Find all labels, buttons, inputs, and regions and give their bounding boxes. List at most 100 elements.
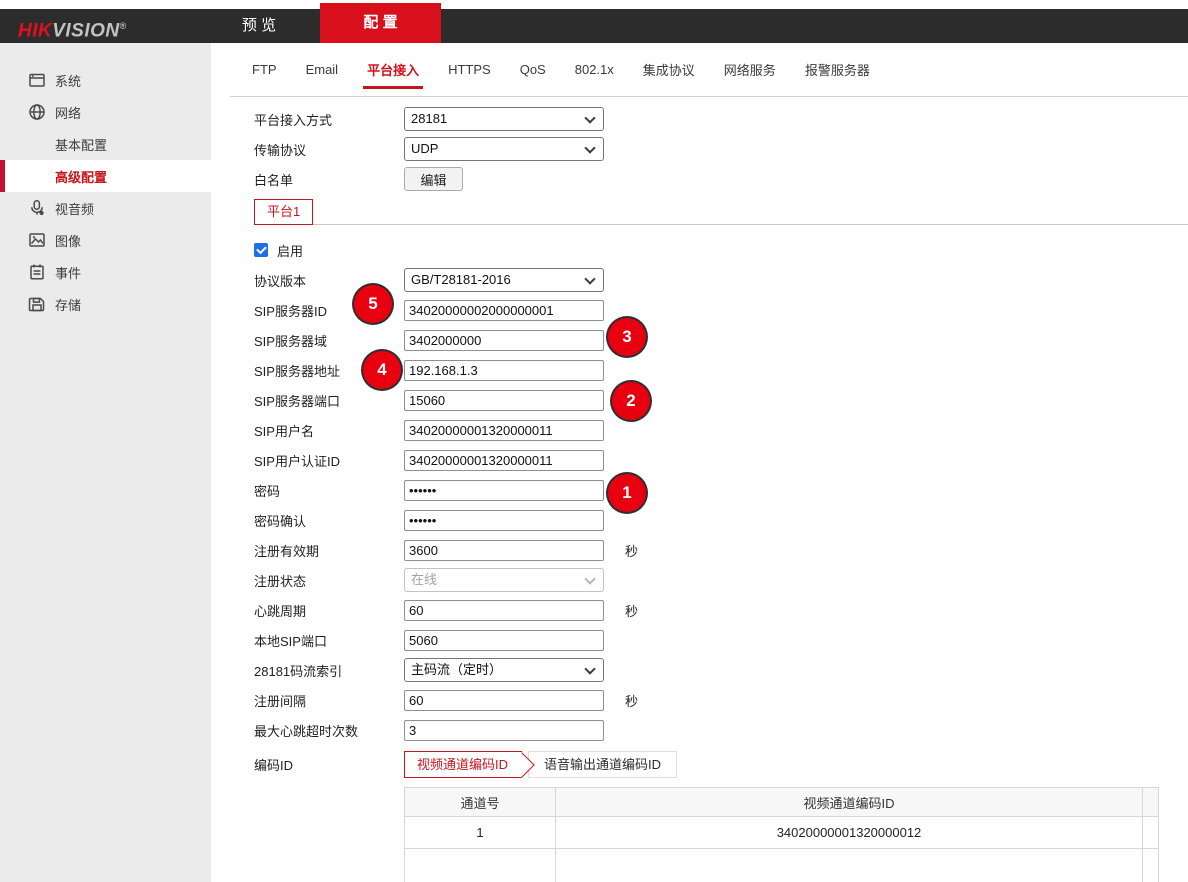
selected-value: UDP: [411, 141, 438, 156]
sip-username-input[interactable]: [404, 420, 604, 441]
nav-tab-preview[interactable]: 预 览: [200, 9, 318, 43]
sidebar-item-label: 系统: [55, 71, 81, 90]
selected-value: 主码流（定时）: [411, 662, 502, 677]
transport-protocol-select[interactable]: UDP: [404, 137, 604, 161]
heartbeat-period-input[interactable]: [404, 600, 604, 621]
network-globe-icon: [28, 103, 46, 121]
registration-validity-input[interactable]: [404, 540, 604, 561]
local-sip-port-input[interactable]: [404, 630, 604, 651]
form-row-reg-status: 注册状态 在线: [254, 565, 1188, 595]
sidebar-item-label: 高级配置: [55, 167, 107, 186]
main-content: FTP Email 平台接入 HTTPS QoS 802.1x 集成协议 网络服…: [211, 43, 1188, 882]
sip-server-id-input[interactable]: [404, 300, 604, 321]
form-row-access-mode: 平台接入方式 28181: [254, 104, 1188, 134]
sidebar-item-label: 网络: [55, 103, 81, 122]
form-row-password-confirm: 密码确认: [254, 505, 1188, 535]
tab-label: 视频通道编码ID: [417, 757, 508, 772]
registration-interval-input[interactable]: [404, 690, 604, 711]
system-window-icon: [28, 71, 46, 89]
sidebar-item-network[interactable]: 网络: [0, 96, 211, 128]
field-label: 28181码流索引: [254, 661, 404, 680]
sidebar-item-storage[interactable]: 存储: [0, 288, 211, 320]
field-label: SIP用户认证ID: [254, 451, 404, 470]
sidebar-item-label: 图像: [55, 231, 81, 250]
sidebar-item-basic-config[interactable]: 基本配置: [0, 128, 211, 160]
chevron-down-icon: [584, 273, 595, 284]
field-label: SIP服务器端口: [254, 391, 404, 410]
tab-email[interactable]: Email: [306, 62, 339, 77]
sidebar-item-advanced-config[interactable]: 高级配置: [0, 160, 211, 192]
whitelist-edit-button[interactable]: 编辑: [404, 167, 463, 191]
encode-id-tab-bar: 视频通道编码ID 语音输出通道编码ID: [404, 751, 677, 778]
field-label: 注册间隔: [254, 691, 404, 710]
tab-qos[interactable]: QoS: [520, 62, 546, 77]
field-label: 编码ID: [254, 755, 404, 774]
platform1-tab[interactable]: 平台1: [254, 199, 313, 225]
settings-tab-bar: FTP Email 平台接入 HTTPS QoS 802.1x 集成协议 网络服…: [230, 43, 1188, 97]
table-scroll-column: [1143, 849, 1159, 882]
unit-seconds: 秒: [625, 541, 638, 560]
sidebar-item-label: 基本配置: [55, 135, 107, 154]
form-row-stream-index: 28181码流索引 主码流（定时）: [254, 655, 1188, 685]
max-heartbeat-timeout-input[interactable]: [404, 720, 604, 741]
form-row-sip-port: SIP服务器端口: [254, 385, 1188, 415]
field-label: 心跳周期: [254, 601, 404, 620]
form-row-reg-interval: 注册间隔 秒: [254, 685, 1188, 715]
field-label: 传输协议: [254, 140, 404, 159]
field-label: 密码确认: [254, 511, 404, 530]
enable-checkbox[interactable]: [254, 243, 268, 257]
annotation-badge-5: 5: [354, 285, 392, 323]
form-row-heartbeat: 心跳周期 秒: [254, 595, 1188, 625]
cell-channel: [405, 849, 556, 882]
sip-server-address-input[interactable]: [404, 360, 604, 381]
sidebar-item-system[interactable]: 系统: [0, 64, 211, 96]
stream-index-select[interactable]: 主码流（定时）: [404, 658, 604, 682]
sidebar: 系统 网络 基本配置 高级配置 视音频 图像 事件 存储: [0, 43, 211, 882]
tab-802-1x[interactable]: 802.1x: [575, 62, 614, 77]
password-input[interactable]: [404, 480, 604, 501]
tab-ftp[interactable]: FTP: [252, 62, 277, 77]
logo-vision: VISION: [52, 20, 119, 41]
registration-status-select: 在线: [404, 568, 604, 592]
microphone-icon: [28, 199, 46, 217]
tab-audio-output-channel-encode-id[interactable]: 语音输出通道编码ID: [528, 751, 677, 778]
tab-video-channel-encode-id[interactable]: 视频通道编码ID: [404, 751, 522, 778]
table-row[interactable]: 1 34020000001320000012: [405, 817, 1159, 849]
logo-hik: HIK: [18, 20, 52, 41]
cell-video-encode-id: 34020000001320000012: [556, 817, 1143, 849]
field-label: 注册状态: [254, 571, 404, 590]
field-label: 白名单: [254, 170, 404, 189]
sidebar-item-label: 事件: [55, 263, 81, 282]
sip-server-domain-input[interactable]: [404, 330, 604, 351]
protocol-version-select[interactable]: GB/T28181-2016: [404, 268, 604, 292]
password-confirm-input[interactable]: [404, 510, 604, 531]
form-row-sip-user: SIP用户名: [254, 415, 1188, 445]
sidebar-item-image[interactable]: 图像: [0, 224, 211, 256]
cell-video-encode-id: [556, 849, 1143, 882]
tab-platform-access[interactable]: 平台接入: [367, 60, 419, 79]
form-row-sip-server-id: SIP服务器ID: [254, 295, 1188, 325]
sip-server-port-input[interactable]: [404, 390, 604, 411]
access-mode-select[interactable]: 28181: [404, 107, 604, 131]
tab-alarm-server[interactable]: 报警服务器: [805, 60, 870, 79]
sidebar-item-label: 视音频: [55, 199, 94, 218]
hikvision-logo: HIKVISION®: [18, 9, 127, 43]
form-row-whitelist: 白名单 编辑: [254, 164, 1188, 194]
annotation-badge-3: 3: [608, 318, 646, 356]
tab-integration-protocol[interactable]: 集成协议: [643, 60, 695, 79]
sidebar-item-video-audio[interactable]: 视音频: [0, 192, 211, 224]
platform-section-strip: 平台1: [254, 199, 1188, 225]
selected-value: 在线: [411, 572, 437, 587]
tab-network-service[interactable]: 网络服务: [724, 60, 776, 79]
form-row-sip-auth-id: SIP用户认证ID: [254, 445, 1188, 475]
table-scroll-column: [1143, 817, 1159, 849]
sidebar-item-event[interactable]: 事件: [0, 256, 211, 288]
unit-seconds: 秒: [625, 691, 638, 710]
form-row-reg-validity: 注册有效期 秒: [254, 535, 1188, 565]
nav-tab-configuration[interactable]: 配 置: [320, 3, 441, 43]
sip-auth-id-input[interactable]: [404, 450, 604, 471]
selected-value: 28181: [411, 111, 447, 126]
form-row-max-heartbeat-timeout: 最大心跳超时次数: [254, 715, 1188, 745]
tab-https[interactable]: HTTPS: [448, 62, 491, 77]
storage-disk-icon: [28, 295, 46, 313]
